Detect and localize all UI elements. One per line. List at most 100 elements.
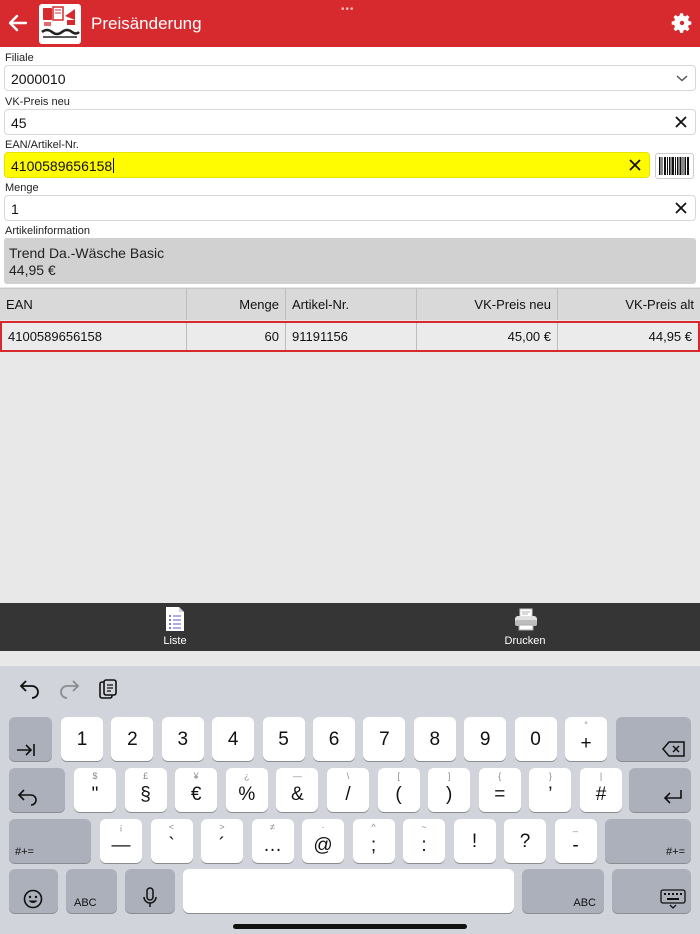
key[interactable]: | #: [580, 768, 622, 812]
symbols-shift-key-right[interactable]: #+=: [605, 819, 691, 863]
chevron-down-icon[interactable]: [675, 73, 689, 83]
key[interactable]: }’: [529, 768, 572, 812]
key[interactable]: {=: [478, 768, 521, 812]
ean-value: 4100589656158: [11, 158, 113, 174]
key[interactable]: ¿%: [225, 768, 268, 812]
article-info-box: Trend Da.-Wäsche Basic 44,95 €: [4, 238, 696, 284]
key-label: &: [291, 784, 304, 805]
app-header: Preisänderung •••: [0, 0, 700, 47]
key[interactable]: 4: [212, 717, 255, 761]
key-alt-label: ~: [421, 822, 427, 832]
key[interactable]: ?: [504, 819, 546, 863]
key-label: `: [168, 835, 175, 856]
key-alt-label: ≠: [270, 822, 275, 832]
abc-key[interactable]: ABC: [66, 869, 117, 913]
key[interactable]: 3: [161, 717, 204, 761]
key[interactable]: 8: [413, 717, 456, 761]
hide-keyboard-key[interactable]: [612, 869, 691, 913]
drucken-button[interactable]: Drucken: [465, 603, 585, 651]
barcode-scan-button[interactable]: [655, 153, 694, 179]
key[interactable]: ≠…: [251, 819, 294, 863]
page-title: Preisänderung: [91, 14, 202, 33]
dictation-key[interactable]: [125, 869, 175, 913]
key[interactable]: — &: [276, 768, 319, 812]
key-alt-label: °: [584, 720, 588, 730]
key-alt-label: ¥: [193, 771, 199, 781]
column-header-vk-alt[interactable]: VK-Preis alt: [558, 289, 700, 320]
column-header-ean[interactable]: EAN: [0, 289, 187, 320]
paste-icon[interactable]: [96, 678, 120, 700]
key[interactable]: !: [453, 819, 496, 863]
barcode-icon: [659, 157, 689, 175]
symbols-shift-key[interactable]: #+=: [9, 819, 91, 863]
clear-icon[interactable]: [627, 157, 643, 173]
column-header-vk-neu[interactable]: VK-Preis neu: [417, 289, 558, 320]
key-label: —: [111, 835, 131, 856]
return-icon: [663, 790, 682, 804]
key[interactable]: ¡ —: [100, 819, 142, 863]
key[interactable]: ¥ €: [175, 768, 218, 812]
key[interactable]: 9: [464, 717, 507, 761]
key-label: #: [595, 784, 607, 805]
key[interactable]: _ -: [554, 819, 597, 863]
artikelinfo-label: Artikelinformation: [5, 225, 90, 237]
key[interactable]: 1: [61, 717, 103, 761]
drag-handle-icon[interactable]: •••: [341, 5, 355, 15]
liste-button[interactable]: Liste: [115, 603, 235, 651]
key[interactable]: $ ": [74, 768, 116, 812]
symbols-shift-label-right: #+=: [666, 846, 685, 858]
return-key[interactable]: [629, 768, 691, 812]
key-label: 3: [177, 729, 189, 750]
key-alt-label: \: [346, 771, 350, 781]
table-row[interactable]: 4100589656158 60 91191156 45,00 € 44,95 …: [0, 321, 700, 352]
key[interactable]: [(: [377, 768, 420, 812]
drucken-label: Drucken: [504, 635, 546, 647]
key-label: -: [572, 835, 579, 856]
settings-gear-icon[interactable]: [670, 11, 694, 35]
clear-icon[interactable]: [673, 200, 689, 216]
column-header-artikel-nr[interactable]: Artikel-Nr.: [286, 289, 417, 320]
key[interactable]: ^;: [352, 819, 395, 863]
filiale-value: 2000010: [11, 71, 66, 87]
key[interactable]: 7: [363, 717, 406, 761]
key[interactable]: ]): [428, 768, 471, 812]
clear-icon[interactable]: [673, 114, 689, 130]
key-alt-label: £: [143, 771, 149, 781]
key[interactable]: ° +: [565, 717, 607, 761]
key-label: 5: [278, 729, 289, 750]
key[interactable]: 6: [313, 717, 355, 761]
key-alt-label: —: [292, 771, 302, 781]
key[interactable]: £ §: [124, 768, 167, 812]
key-alt-label: |: [599, 771, 603, 781]
key[interactable]: 2: [111, 717, 154, 761]
space-key[interactable]: [183, 869, 514, 913]
key[interactable]: \ /: [327, 768, 369, 812]
menge-input[interactable]: 1: [4, 195, 696, 221]
key-label: @: [313, 835, 333, 856]
abc-key-right[interactable]: ABC: [522, 869, 604, 913]
vk-preis-input[interactable]: 45: [4, 109, 696, 135]
key[interactable]: 0: [514, 717, 557, 761]
backspace-key[interactable]: [616, 717, 691, 761]
filiale-select[interactable]: 2000010: [4, 65, 696, 91]
tab-key[interactable]: [9, 717, 52, 761]
back-arrow-icon[interactable]: [6, 10, 30, 36]
key-alt-label: >: [219, 822, 225, 832]
ean-input[interactable]: 4100589656158: [4, 152, 650, 178]
key-label: 1: [76, 729, 88, 750]
vk-preis-label: VK-Preis neu: [5, 96, 70, 108]
undo-icon[interactable]: [18, 678, 42, 700]
column-header-menge[interactable]: Menge: [187, 289, 286, 320]
emoji-key[interactable]: [9, 869, 58, 913]
undo-key[interactable]: [9, 768, 65, 812]
key-label: …: [263, 835, 282, 856]
symbols-shift-label: #+=: [15, 846, 34, 858]
key[interactable]: < `: [150, 819, 193, 863]
home-indicator[interactable]: [233, 924, 467, 929]
key[interactable]: 5: [262, 717, 305, 761]
filiale-label: Filiale: [5, 52, 34, 64]
redo-icon[interactable]: [57, 678, 81, 700]
key[interactable]: ~:: [403, 819, 445, 863]
key[interactable]: > ´: [201, 819, 243, 863]
key[interactable]: · @: [302, 819, 344, 863]
